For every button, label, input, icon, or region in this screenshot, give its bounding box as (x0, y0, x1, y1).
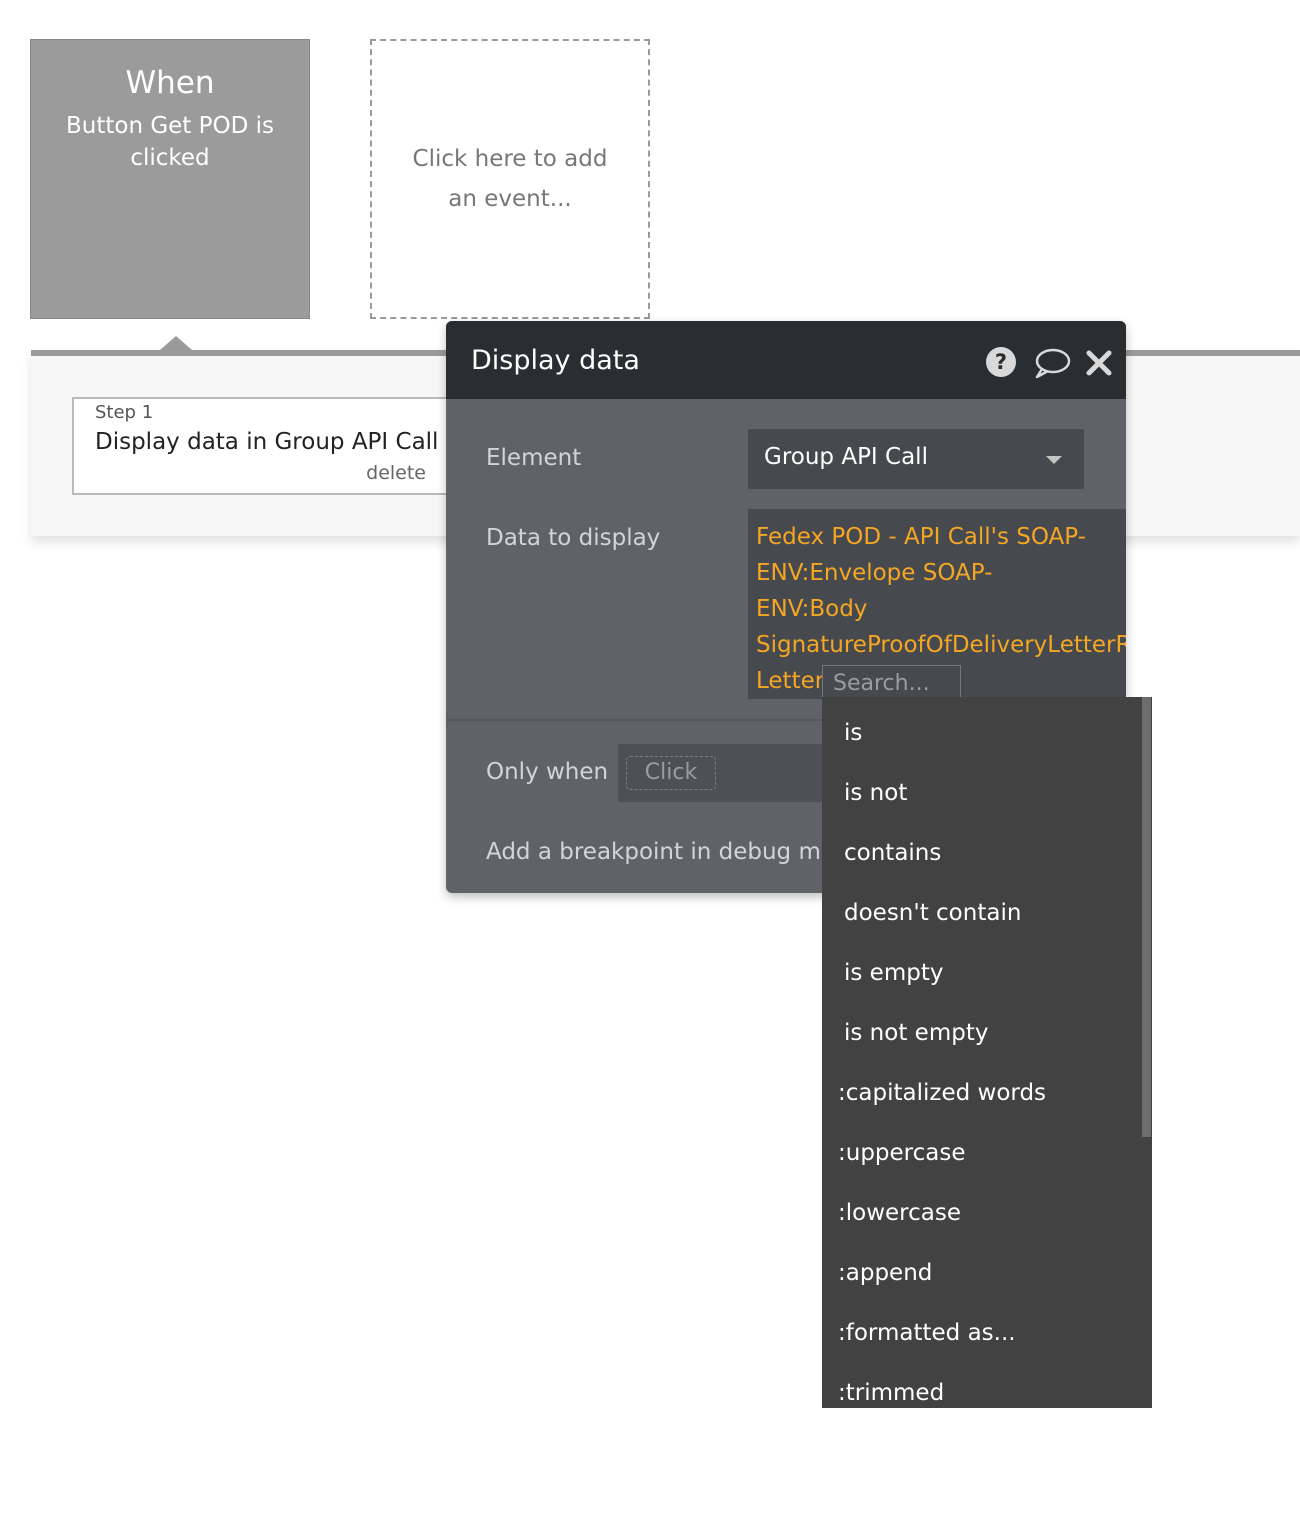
help-icon[interactable]: ? (985, 346, 1017, 378)
comment-icon[interactable] (1033, 347, 1071, 379)
step-delete-link[interactable]: delete (366, 462, 426, 484)
add-event-label: Click here to add an event... (412, 146, 608, 212)
dropdown-item[interactable]: contains (822, 823, 1142, 883)
dropdown-item[interactable]: :append (822, 1243, 1142, 1303)
dropdown-item[interactable]: :uppercase (822, 1123, 1142, 1183)
dropdown-item[interactable]: is not (822, 763, 1142, 823)
data-to-display-label: Data to display (486, 525, 661, 551)
dropdown-item[interactable]: :formatted as... (822, 1303, 1142, 1363)
breakpoint-label[interactable]: Add a breakpoint in debug mo (486, 839, 835, 865)
dropdown-item[interactable]: is empty (822, 943, 1142, 1003)
dropdown-item[interactable]: :trimmed (822, 1363, 1142, 1408)
only-when-label: Only when (486, 759, 609, 785)
strip-pointer (160, 336, 192, 350)
dropdown-item[interactable]: :lowercase (822, 1183, 1142, 1243)
editor-header: Display data (446, 321, 1126, 399)
dropdown-item[interactable]: :capitalized words (822, 1063, 1142, 1123)
dropdown-item[interactable]: is (822, 703, 1142, 763)
expression-search-input[interactable] (822, 665, 961, 701)
step-card[interactable]: Step 1 Display data in Group API Call de… (72, 397, 462, 495)
dropdown-item[interactable]: doesn't contain (822, 883, 1142, 943)
element-dropdown-value: Group API Call (764, 444, 928, 470)
svg-text:?: ? (995, 350, 1007, 374)
step-label: Step 1 (95, 402, 154, 423)
dropdown-scrollbar[interactable] (1142, 697, 1151, 1137)
chevron-down-icon (1046, 456, 1062, 464)
step-title: Display data in Group API Call (95, 429, 439, 455)
event-card[interactable]: When Button Get POD is clicked (30, 39, 310, 319)
add-event-button[interactable]: Click here to add an event... (370, 39, 650, 319)
element-label: Element (486, 445, 582, 471)
element-dropdown[interactable]: Group API Call (748, 429, 1084, 489)
editor-title: Display data (471, 344, 640, 376)
only-when-click-placeholder[interactable]: Click (626, 756, 716, 790)
event-card-title: When (125, 65, 215, 101)
operator-dropdown: is is not contains doesn't contain is em… (822, 697, 1152, 1408)
close-icon[interactable] (1084, 348, 1114, 378)
event-card-description: Button Get POD is clicked (65, 113, 275, 171)
dropdown-item[interactable]: is not empty (822, 1003, 1142, 1063)
